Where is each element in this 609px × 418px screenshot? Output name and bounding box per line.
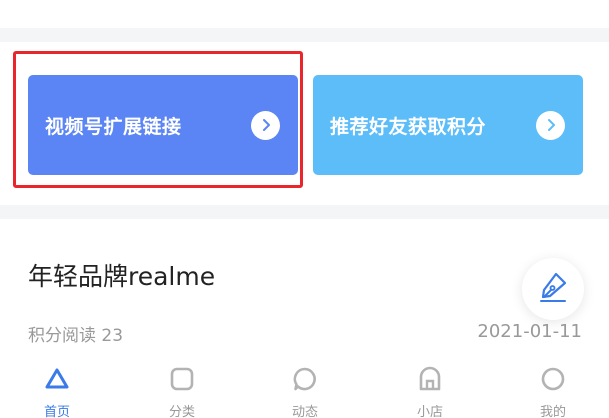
tab-category[interactable]: 分类: [147, 366, 217, 418]
pen-nib-icon: [536, 270, 570, 308]
article-read-points: 积分阅读 23: [28, 326, 124, 346]
top-section: [0, 0, 609, 28]
tab-label: 我的: [539, 405, 566, 418]
section-divider: [0, 28, 609, 42]
circle-icon: [518, 366, 588, 392]
app-screen: 视频号扩展链接 推荐好友获取积分 年轻品牌realme 积分阅读 23 2021…: [0, 0, 609, 418]
compose-button[interactable]: [522, 258, 584, 320]
article-card[interactable]: 年轻品牌realme 积分阅读 23 2021-01-11: [0, 219, 609, 369]
promo-label: 推荐好友获取积分: [330, 115, 487, 138]
tab-profile[interactable]: 我的: [518, 366, 588, 418]
tab-label: 首页: [43, 405, 70, 418]
tab-feed[interactable]: 动态: [270, 366, 340, 418]
chat-bubble-icon: [270, 366, 340, 392]
section-divider: [0, 205, 609, 219]
shop-icon: [395, 366, 465, 392]
square-icon: [147, 366, 217, 392]
refer-friend-points-button[interactable]: 推荐好友获取积分: [313, 75, 583, 175]
article-title: 年轻品牌realme: [28, 262, 216, 291]
tab-label: 小店: [416, 405, 443, 418]
chevron-right-icon: [251, 110, 280, 140]
tab-home[interactable]: 首页: [22, 366, 92, 418]
article-date: 2021-01-11: [477, 321, 582, 342]
promo-label: 视频号扩展链接: [45, 115, 182, 138]
bottom-tab-bar: 首页 分类 动态 小店 我的: [0, 360, 609, 418]
tab-shop[interactable]: 小店: [395, 366, 465, 418]
tab-label: 动态: [291, 405, 318, 418]
promo-card-row: 视频号扩展链接 推荐好友获取积分: [0, 42, 609, 205]
video-channel-link-button[interactable]: 视频号扩展链接: [28, 75, 298, 175]
chevron-right-icon: [536, 110, 565, 140]
triangle-icon: [22, 366, 92, 392]
tab-label: 分类: [168, 405, 195, 418]
